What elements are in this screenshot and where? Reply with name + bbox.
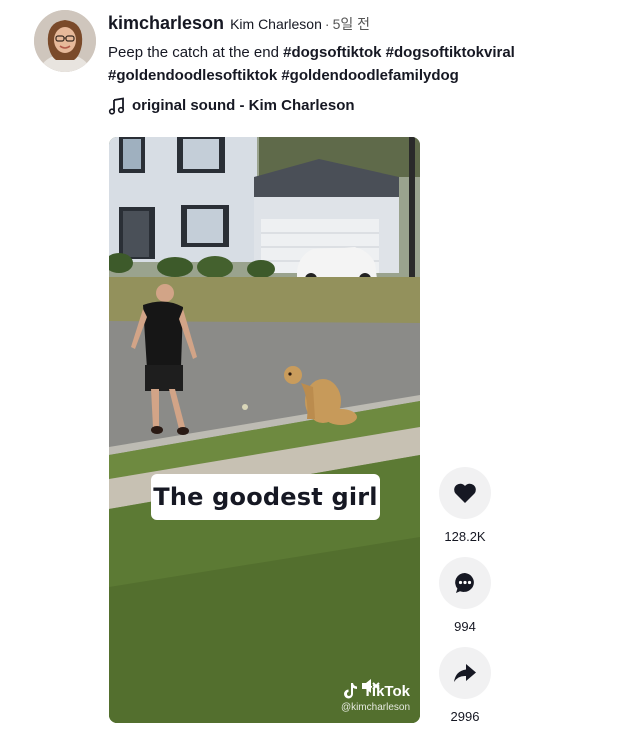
heart-icon bbox=[454, 483, 476, 503]
tiktok-watermark: TikTok @kimcharleson bbox=[340, 682, 410, 714]
author-row: kimcharleson Kim Charleson · 5일 전 bbox=[108, 12, 608, 35]
comment-action: 994 bbox=[438, 557, 492, 635]
hashtag-link[interactable]: #goldendoodlesoftiktok bbox=[108, 67, 277, 84]
separator-dot: · bbox=[324, 16, 330, 32]
display-name[interactable]: Kim Charleson bbox=[230, 13, 322, 35]
comment-icon bbox=[455, 572, 474, 593]
post-caption: Peep the catch at the end #dogsoftiktok … bbox=[108, 41, 608, 87]
video-overlay-caption: The goodest girl bbox=[151, 474, 380, 520]
post-header: kimcharleson Kim Charleson · 5일 전 Peep t… bbox=[108, 12, 608, 116]
video-player[interactable]: The goodest girl TikTok @kimcharleson bbox=[109, 137, 420, 723]
hashtag-link[interactable]: #dogsoftiktok bbox=[283, 44, 381, 61]
watermark-logo-text: TikTok bbox=[363, 682, 410, 700]
video-frame bbox=[109, 137, 420, 723]
username-link[interactable]: kimcharleson bbox=[108, 12, 224, 34]
comment-button[interactable] bbox=[439, 557, 491, 609]
share-button[interactable] bbox=[439, 647, 491, 699]
comment-count: 994 bbox=[454, 619, 476, 634]
like-action: 128.2K bbox=[438, 467, 492, 545]
hashtag-link[interactable]: #goldendoodlefamilydog bbox=[281, 67, 459, 84]
hashtag-link[interactable]: #dogsoftiktokviral bbox=[386, 44, 515, 61]
share-action: 2996 bbox=[438, 647, 492, 725]
caption-text: Peep the catch at the end bbox=[108, 44, 279, 61]
watermark-handle: @kimcharleson bbox=[340, 702, 410, 713]
share-icon bbox=[454, 664, 476, 682]
avatar[interactable] bbox=[34, 10, 96, 72]
share-count: 2996 bbox=[450, 709, 480, 724]
like-button[interactable] bbox=[439, 467, 491, 519]
sound-name: original sound - Kim Charleson bbox=[132, 97, 355, 114]
tiktok-logo-icon bbox=[344, 683, 358, 699]
music-note-icon bbox=[108, 97, 125, 115]
like-count: 128.2K bbox=[444, 529, 486, 544]
sound-link[interactable]: original sound - Kim Charleson bbox=[108, 96, 608, 116]
action-bar: 128.2K 994 2996 bbox=[438, 467, 492, 725]
post-time: 5일 전 bbox=[332, 16, 370, 32]
